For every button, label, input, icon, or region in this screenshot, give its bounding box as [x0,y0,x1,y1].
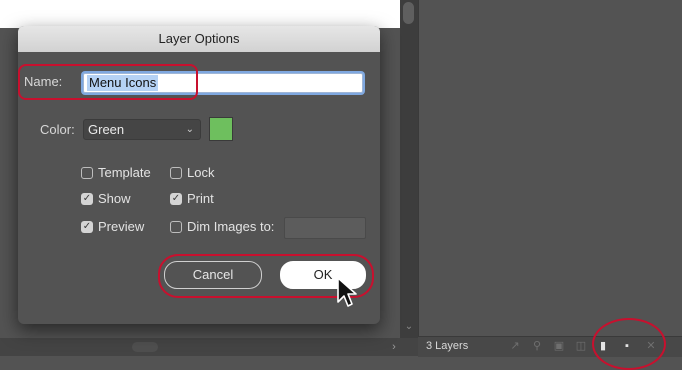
layers-count: 3 Layers [426,340,469,352]
template-checkbox[interactable] [81,167,93,179]
lock-checkbox[interactable] [170,167,182,179]
layers-panel [418,0,682,336]
layer-options-dialog: Layer Options Name: Menu Icons Color: Gr… [18,26,380,324]
show-checkbox[interactable]: ✓ [81,193,93,205]
chevron-right-icon[interactable]: › [388,340,400,354]
export-icon[interactable]: ↗ [508,340,522,353]
preview-checkbox[interactable]: ✓ [81,221,93,233]
preview-label: Preview [98,219,145,234]
dim-images-field[interactable] [284,217,366,239]
horizontal-scroll-thumb[interactable] [132,342,158,352]
dim-images-checkbox[interactable] [170,221,182,233]
new-layer-highlight [592,318,666,370]
print-label: Print [187,191,214,206]
show-label: Show [98,191,131,206]
color-label: Color: [40,122,75,137]
dim-images-label: Dim Images to: [187,219,275,234]
vertical-scrollbar[interactable] [400,0,418,338]
template-label: Template [98,165,151,180]
chevron-down-icon[interactable]: ⌄ [404,322,414,332]
clipping-mask-icon[interactable]: ▣ [552,340,566,353]
name-field-highlight [18,64,198,100]
locate-object-icon[interactable]: ⚲ [530,340,544,353]
color-select[interactable]: Green ⌄ [83,119,201,140]
artboard-canvas [0,0,400,28]
lock-label: Lock [187,165,215,180]
color-swatch[interactable] [209,117,233,141]
print-checkbox[interactable]: ✓ [170,193,182,205]
horizontal-scrollbar[interactable] [0,338,418,356]
chevron-down-icon: ⌄ [185,124,194,135]
new-sublayer-icon[interactable]: ◫ [574,340,588,353]
color-select-value: Green [88,122,125,137]
vertical-scroll-thumb[interactable] [403,2,414,24]
mouse-pointer-icon [337,277,357,307]
dialog-title: Layer Options [18,26,380,52]
